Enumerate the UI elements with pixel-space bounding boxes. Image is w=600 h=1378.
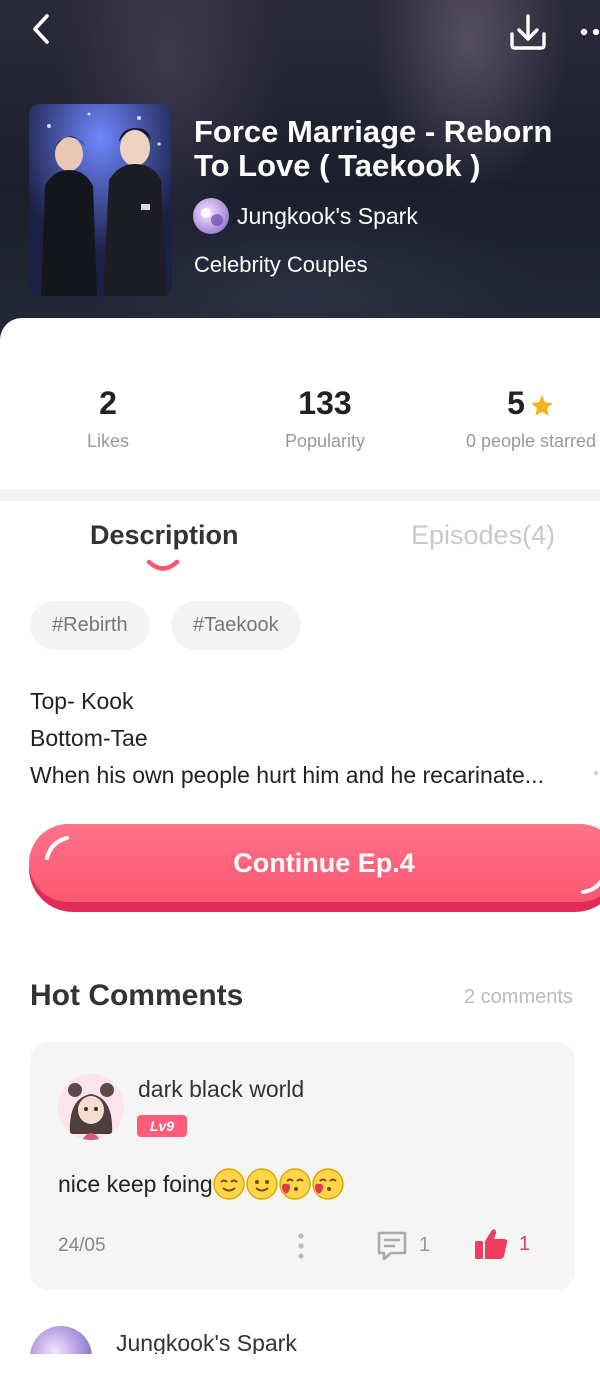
reply-count: 1 bbox=[419, 1233, 431, 1256]
expand-indicator bbox=[594, 771, 598, 775]
author-link[interactable]: Jungkook's Spark bbox=[193, 198, 418, 234]
commenter-name[interactable]: Jungkook's Spark bbox=[116, 1330, 297, 1354]
comment-card: Jungkook's Spark bbox=[0, 1322, 600, 1354]
tag-taekook[interactable]: #Taekook bbox=[171, 601, 301, 650]
thumbs-up-icon bbox=[475, 1229, 508, 1259]
like-count: 1 bbox=[519, 1232, 531, 1255]
popularity-stat: 133 Popularity bbox=[255, 385, 395, 452]
author-name: Jungkook's Spark bbox=[237, 202, 418, 229]
more-dots-icon[interactable] bbox=[578, 24, 600, 40]
comment-more-icon[interactable] bbox=[297, 1232, 305, 1260]
description-line: When his own people hurt him and he reca… bbox=[30, 762, 544, 788]
button-gloss bbox=[45, 836, 69, 860]
commenter-avatar[interactable] bbox=[30, 1326, 92, 1354]
likes-label: Likes bbox=[86, 431, 130, 451]
commenter-avatar[interactable] bbox=[58, 1074, 124, 1140]
author-avatar bbox=[193, 198, 229, 234]
commenter-name[interactable]: dark black world bbox=[138, 1076, 304, 1103]
back-arrow-icon[interactable] bbox=[26, 12, 60, 46]
like-button[interactable]: 1 bbox=[473, 1226, 530, 1262]
comments-count[interactable]: 2 comments bbox=[464, 986, 573, 1009]
story-cover-image[interactable] bbox=[29, 104, 172, 296]
section-divider bbox=[0, 489, 600, 501]
star-icon bbox=[531, 394, 553, 416]
description-line: Bottom-Tae bbox=[30, 725, 148, 751]
likes-count: 2 bbox=[99, 385, 117, 421]
comment-text: nice keep foing bbox=[58, 1167, 345, 1201]
comment-body: nice keep foing bbox=[58, 1170, 213, 1197]
story-title: Force Marriage - Reborn To Love ( Taekoo… bbox=[194, 114, 553, 183]
tab-active-indicator bbox=[146, 559, 180, 571]
kiss-heart-emoji-icon bbox=[311, 1168, 344, 1200]
download-icon[interactable] bbox=[507, 12, 549, 52]
rating-label: 0 people starred bbox=[465, 431, 597, 451]
comment-bubble-icon bbox=[377, 1231, 407, 1261]
rating-value: 5 bbox=[507, 385, 525, 421]
button-gloss bbox=[581, 879, 600, 894]
popularity-label: Popularity bbox=[284, 431, 366, 451]
popularity-count: 133 bbox=[298, 385, 352, 421]
kiss-heart-emoji-icon bbox=[278, 1168, 311, 1200]
comment-date: 24/05 bbox=[58, 1235, 106, 1256]
tab-episodes[interactable]: Episodes(4) bbox=[411, 520, 555, 551]
comment-card: dark black world Lv9 nice keep foing 24/… bbox=[30, 1042, 575, 1290]
smile-emoji-icon bbox=[212, 1168, 245, 1200]
tag-rebirth[interactable]: #Rebirth bbox=[30, 601, 150, 650]
story-description[interactable]: Top- Kook Bottom-Tae When his own people… bbox=[30, 683, 600, 794]
story-header: Force Marriage - Reborn To Love ( Taekoo… bbox=[0, 0, 600, 340]
likes-stat: 2 Likes bbox=[58, 385, 158, 452]
story-category[interactable]: Celebrity Couples bbox=[194, 252, 368, 278]
description-line: Top- Kook bbox=[30, 688, 134, 714]
continue-button-label: Continue Ep.4 bbox=[29, 824, 600, 902]
tab-description[interactable]: Description bbox=[90, 520, 239, 551]
reply-button[interactable]: 1 bbox=[375, 1228, 430, 1262]
hot-comments-title: Hot Comments bbox=[30, 979, 244, 1012]
continue-reading-button[interactable]: Continue Ep.4 bbox=[29, 824, 600, 912]
rating-stat[interactable]: 5 0 people starred bbox=[458, 385, 600, 452]
smile-emoji-icon bbox=[245, 1168, 278, 1200]
level-badge: Lv9 bbox=[137, 1115, 187, 1137]
